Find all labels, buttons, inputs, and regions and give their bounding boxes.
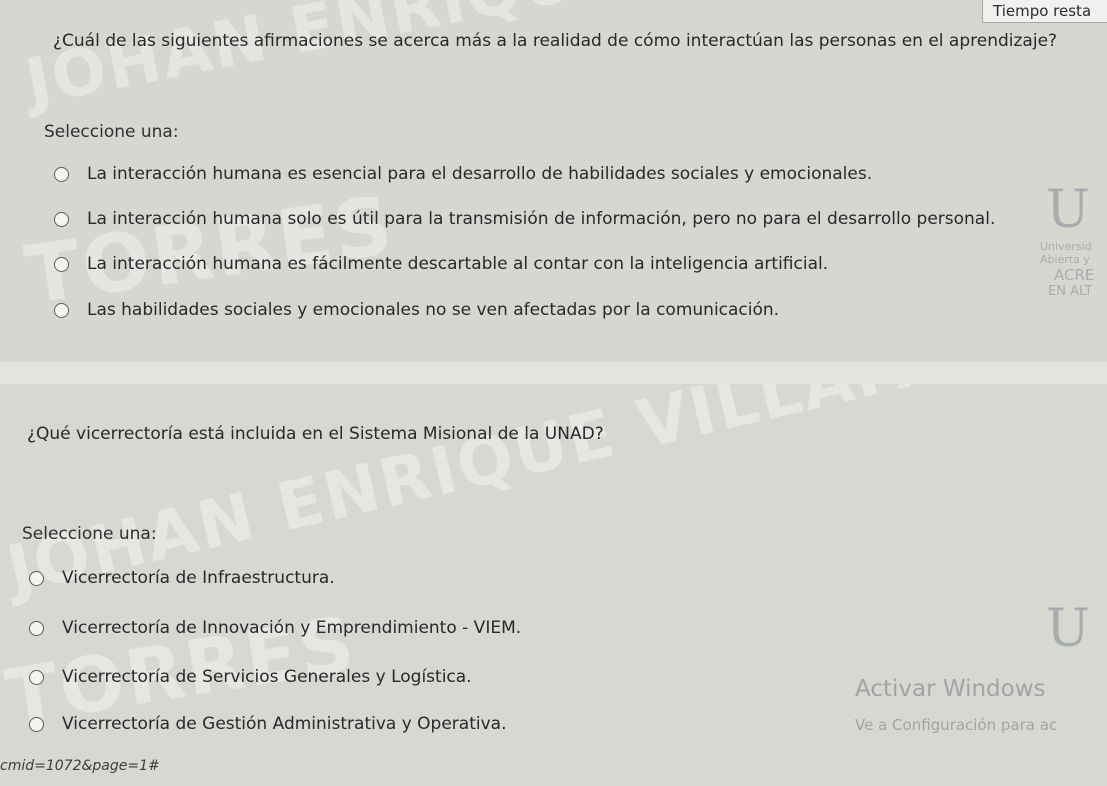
university-logo: U	[1040, 599, 1107, 659]
radio-button[interactable]	[29, 669, 44, 685]
watermark-name: JOHAN ENRIQUE VILLAFAN	[20, 0, 1004, 121]
q1-option-4[interactable]: Las habilidades sociales y emocionales n…	[54, 300, 779, 320]
radio-button[interactable]	[29, 620, 44, 636]
q2-option-4[interactable]: Vicerrectoría de Gestión Administrativa …	[29, 714, 506, 734]
radio-button[interactable]	[29, 570, 44, 586]
q2-option-2[interactable]: Vicerrectoría de Innovación y Emprendimi…	[29, 618, 521, 638]
question-1-text: ¿Cuál de las siguientes afirmaciones se …	[53, 31, 1058, 51]
activate-windows-subtitle: Ve a Configuración para ac	[855, 716, 1058, 734]
timer-label: Tiempo resta	[993, 2, 1092, 20]
status-url: cmid=1072&page=1#	[0, 758, 160, 774]
option-label: Vicerrectoría de Gestión Administrativa …	[62, 714, 507, 734]
logo-text-2: Abierta y	[1040, 253, 1090, 266]
radio-button[interactable]	[29, 716, 44, 732]
question-2-panel: JOHAN ENRIQUE VILLAFAN TORRES U ¿Qué vic…	[0, 384, 1107, 786]
option-label: La interacción humana solo es útil para …	[87, 209, 996, 229]
q1-option-1[interactable]: La interacción humana es esencial para e…	[54, 164, 872, 184]
question-2-text: ¿Qué vicerrectoría está incluida en el S…	[27, 424, 604, 444]
logo-text-3: ACRE	[1054, 266, 1095, 284]
option-label: Vicerrectoría de Servicios Generales y L…	[62, 667, 472, 687]
timer-box: Tiempo resta	[982, 0, 1107, 23]
option-label: La interacción humana es fácilmente desc…	[87, 254, 829, 274]
radio-button[interactable]	[54, 166, 69, 182]
q2-option-3[interactable]: Vicerrectoría de Servicios Generales y L…	[29, 667, 472, 687]
logo-letter: U	[1046, 599, 1090, 659]
logo-text-1: Universid	[1040, 240, 1092, 253]
q2-option-1[interactable]: Vicerrectoría de Infraestructura.	[29, 568, 335, 588]
question-divider	[0, 362, 1107, 384]
university-logo: U Universid Abierta y ACRE EN ALT	[1040, 180, 1107, 330]
q1-option-2[interactable]: La interacción humana solo es útil para …	[54, 209, 995, 229]
radio-button[interactable]	[54, 256, 69, 272]
question-2-prompt: Seleccione una:	[22, 524, 157, 544]
activate-windows-title: Activar Windows	[855, 676, 1046, 702]
radio-button[interactable]	[54, 302, 69, 318]
radio-button[interactable]	[54, 211, 69, 227]
option-label: Las habilidades sociales y emocionales n…	[87, 300, 780, 320]
option-label: La interacción humana es esencial para e…	[87, 164, 873, 184]
question-1-prompt: Seleccione una:	[44, 122, 179, 142]
question-1-panel: JOHAN ENRIQUE VILLAFAN TORRES U Universi…	[0, 0, 1107, 362]
logo-text-4: EN ALT	[1048, 284, 1093, 299]
logo-letter: U	[1046, 180, 1090, 240]
option-label: Vicerrectoría de Innovación y Emprendimi…	[62, 618, 522, 638]
option-label: Vicerrectoría de Infraestructura.	[62, 568, 335, 588]
q1-option-3[interactable]: La interacción humana es fácilmente desc…	[54, 254, 828, 274]
